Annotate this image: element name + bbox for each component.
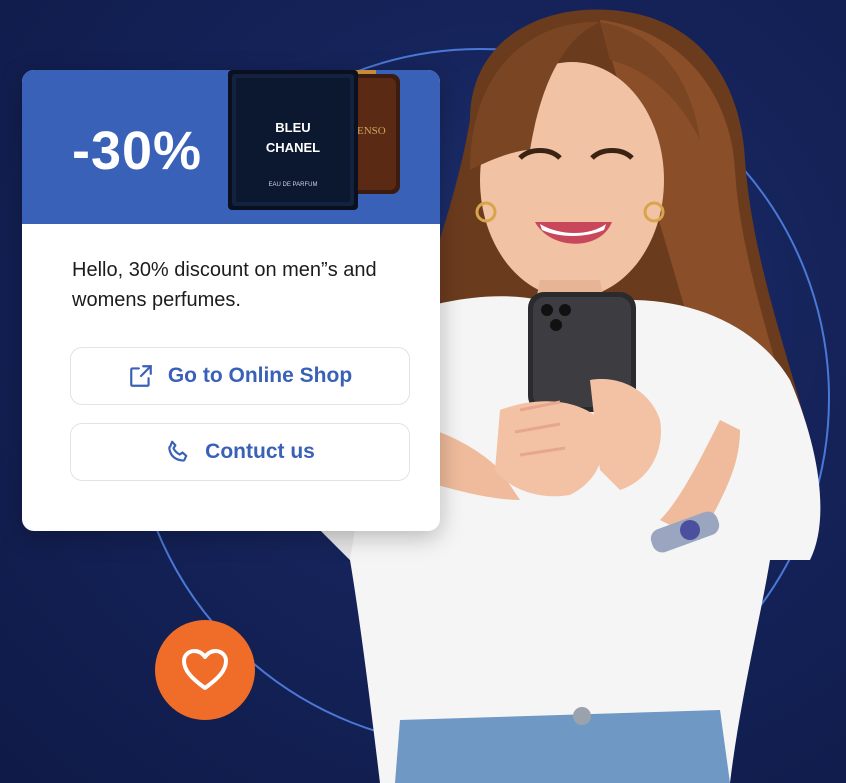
favorite-badge[interactable]	[155, 620, 255, 720]
front-bottle-sub: EAU DE PARFUM	[269, 182, 318, 188]
shop-button-label: Go to Online Shop	[167, 364, 353, 387]
promo-message: Hello, 30% discount on men”s and womens …	[72, 259, 377, 311]
phone-icon	[168, 440, 188, 462]
heart-icon	[182, 649, 228, 690]
go-to-online-shop-button[interactable]: Go to Online Shop	[70, 347, 410, 405]
external-link-icon	[129, 365, 152, 387]
promo-header: -30% TENSO BLEU CHANEL EAU DE PARFUM	[22, 70, 440, 224]
perfume-bottles-image: TENSO BLEU CHANEL EAU DE PARFUM	[228, 70, 400, 210]
front-bottle-line1: BLEU	[275, 120, 310, 135]
front-bottle-line2: CHANEL	[266, 140, 320, 155]
contact-button-label: Contuct us	[205, 440, 315, 463]
discount-label: -30%	[72, 121, 203, 181]
contact-us-button[interactable]: Contuct us	[70, 423, 410, 481]
promo-card: -30% TENSO BLEU CHANEL EAU DE PARFUM Hel…	[22, 70, 440, 531]
